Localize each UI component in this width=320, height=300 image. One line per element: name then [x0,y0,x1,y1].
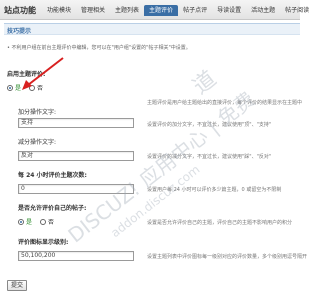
enable-yes-radio[interactable] [7,84,13,91]
site-title: 站点功能 [4,6,36,15]
minus-text-label: 减分操作文字: [18,139,57,146]
self-rate-no-radio[interactable] [40,218,47,225]
icon-level-label: 评价图标显示级别: [18,239,69,246]
tab-post-read[interactable]: 帖子阅读 [280,5,314,16]
icon-level-desc: 设置主题列表中评价图标每一级别对应的评价数量，多个级别用逗号隔开 [147,254,308,260]
plus-text-label: 加分操作文字: [18,109,57,116]
enable-no-label: 否 [37,85,44,92]
self-rate-yes-radio[interactable] [18,218,24,225]
limit-input[interactable]: 0 [18,184,134,194]
nav-tabs: 功能模块 管理相关 主题列表 主题评价 帖子点评 导读设置 活动主题 帖子阅读 [42,5,314,17]
minus-text-input[interactable]: 反对 [18,151,134,161]
watermark-line3: 道 [189,66,222,99]
tab-guide[interactable]: 导读设置 [212,5,246,16]
limit-label: 每 24 小时评价主题次数: [18,172,87,179]
bullet-icon: • [7,45,10,51]
self-rate-no-label: 否 [48,219,55,226]
tips-title: 技巧提示 [7,28,32,35]
plus-text-desc: 设置评价的加分文字，不宜过长，建议使用"顶"、"支持" [147,122,272,128]
top-nav-bar: 站点功能 功能模块 管理相关 主题列表 主题评价 帖子点评 导读设置 活动主题 … [0,0,309,20]
limit-desc: 设置用户每 24 小时可以评价多少篇主题，0 或留空为不限制 [147,187,282,193]
tab-thread-rating[interactable]: 主题评价 [144,5,179,16]
tab-modules[interactable]: 功能模块 [42,5,76,16]
watermark-line2: addon.discuz.com [108,162,202,240]
enable-radio-group: 是 否 [7,83,51,92]
self-rate-yes-label: 是 [26,219,33,226]
submit-button[interactable]: 提交 [7,280,28,291]
tip-text: • 不利用户组在前台主题评价中编辑，您可以在"用户组"设置的"帖子相关"中设置。 [7,44,191,51]
self-rate-label: 是否允许评价自己的帖子: [18,205,87,212]
tab-post-comment[interactable]: 帖子点评 [178,5,212,16]
enable-desc: 主题评价是用户给主题给出的直接评价，每个评价的结果显示在主题中 [147,100,303,106]
enable-label: 启用主题评价: [7,71,46,78]
tab-activity[interactable]: 活动主题 [246,5,280,16]
tab-admin[interactable]: 管理相关 [76,5,110,16]
enable-yes-label: 是 [15,85,22,92]
self-rate-radio-group: 是 否 [18,217,62,226]
icon-level-input[interactable]: 50,100,200 [18,251,134,261]
minus-text-desc: 设置评价的减分文字，不宜过长，建议使用"踩"、"反对" [147,154,272,160]
tab-thread-list[interactable]: 主题列表 [110,5,144,16]
self-rate-desc: 设置是否允许评价自己的主题，评价自己的主题不影响用户的积分 [147,220,293,226]
plus-text-input[interactable]: 支持 [18,118,134,128]
tips-header: 技巧提示 [4,23,300,35]
enable-no-radio[interactable] [29,84,36,91]
tip-body: 不利用户组在前台主题评价中编辑，您可以在"用户组"设置的"帖子相关"中设置。 [11,45,191,51]
